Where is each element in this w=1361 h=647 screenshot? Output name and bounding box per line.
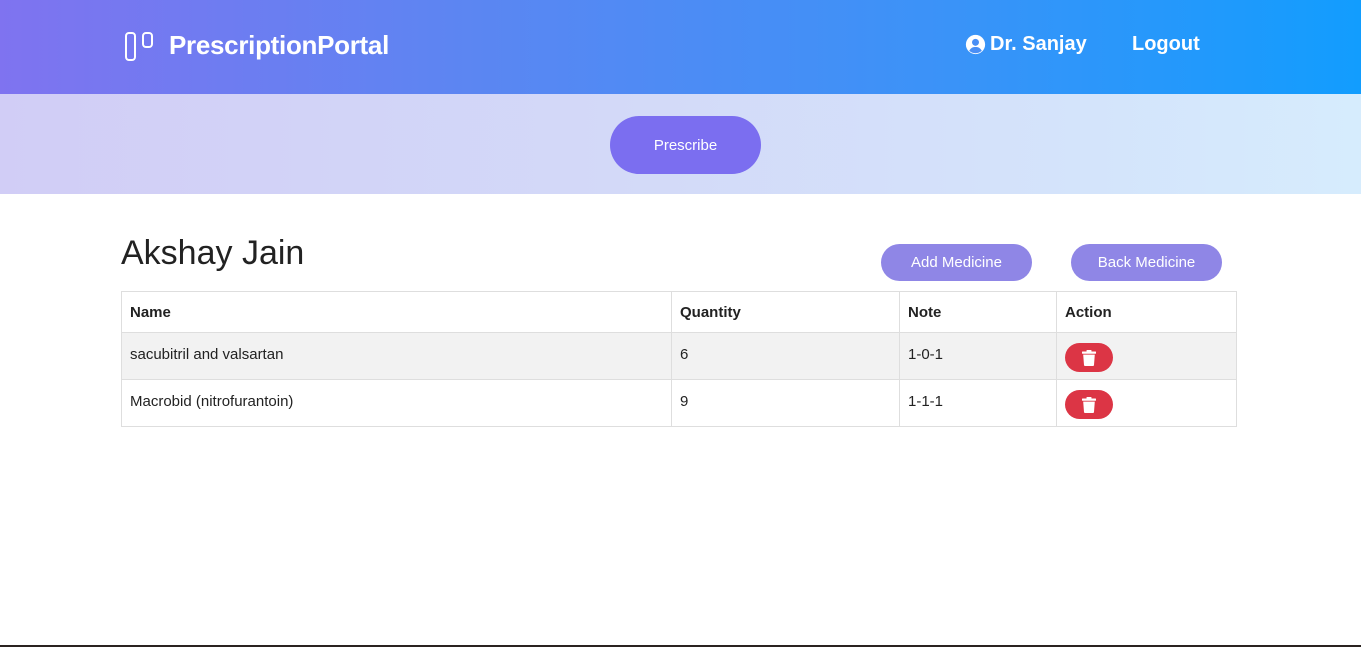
logout-link[interactable]: Logout	[1132, 33, 1200, 56]
table-row: sacubitril and valsartan 6 1-0-1	[121, 332, 1237, 380]
medicine-name-cell: sacubitril and valsartan	[121, 332, 672, 380]
delete-medicine-button[interactable]	[1065, 390, 1113, 419]
medicine-table: Name Quantity Note Action sacubitril and…	[121, 291, 1237, 427]
trash-icon	[1082, 396, 1096, 413]
delete-medicine-button[interactable]	[1065, 343, 1113, 372]
kanban-icon	[125, 29, 157, 61]
column-header-note: Note	[899, 291, 1057, 333]
medicine-name-cell: Macrobid (nitrofurantoin)	[121, 379, 672, 427]
table-row: Macrobid (nitrofurantoin) 9 1-1-1	[121, 379, 1237, 427]
nav-user-name: Dr. Sanjay	[990, 33, 1087, 55]
column-header-quantity: Quantity	[671, 291, 900, 333]
add-medicine-button[interactable]: Add Medicine	[881, 244, 1032, 281]
trash-icon	[1082, 349, 1096, 366]
patient-name: Akshay Jain	[121, 234, 305, 272]
prescribe-button[interactable]: Prescribe	[610, 116, 761, 174]
medicine-action-cell	[1056, 379, 1237, 427]
prescribe-band: Prescribe	[0, 94, 1361, 194]
brand-name: PrescriptionPortal	[169, 29, 389, 60]
column-header-name: Name	[121, 291, 672, 333]
medicine-quantity-cell: 9	[671, 379, 900, 427]
back-medicine-button[interactable]: Back Medicine	[1071, 244, 1222, 281]
navbar: PrescriptionPortal Dr. Sanjay Logout	[0, 0, 1361, 94]
brand-link[interactable]: PrescriptionPortal	[125, 28, 389, 62]
table-header-row: Name Quantity Note Action	[121, 291, 1237, 333]
medicine-note-cell: 1-1-1	[899, 379, 1057, 427]
medicine-note-cell: 1-0-1	[899, 332, 1057, 380]
user-circle-icon	[965, 34, 986, 55]
column-header-action: Action	[1056, 291, 1237, 333]
medicine-action-cell	[1056, 332, 1237, 380]
nav-user-link[interactable]: Dr. Sanjay	[965, 33, 1087, 56]
medicine-quantity-cell: 6	[671, 332, 900, 380]
